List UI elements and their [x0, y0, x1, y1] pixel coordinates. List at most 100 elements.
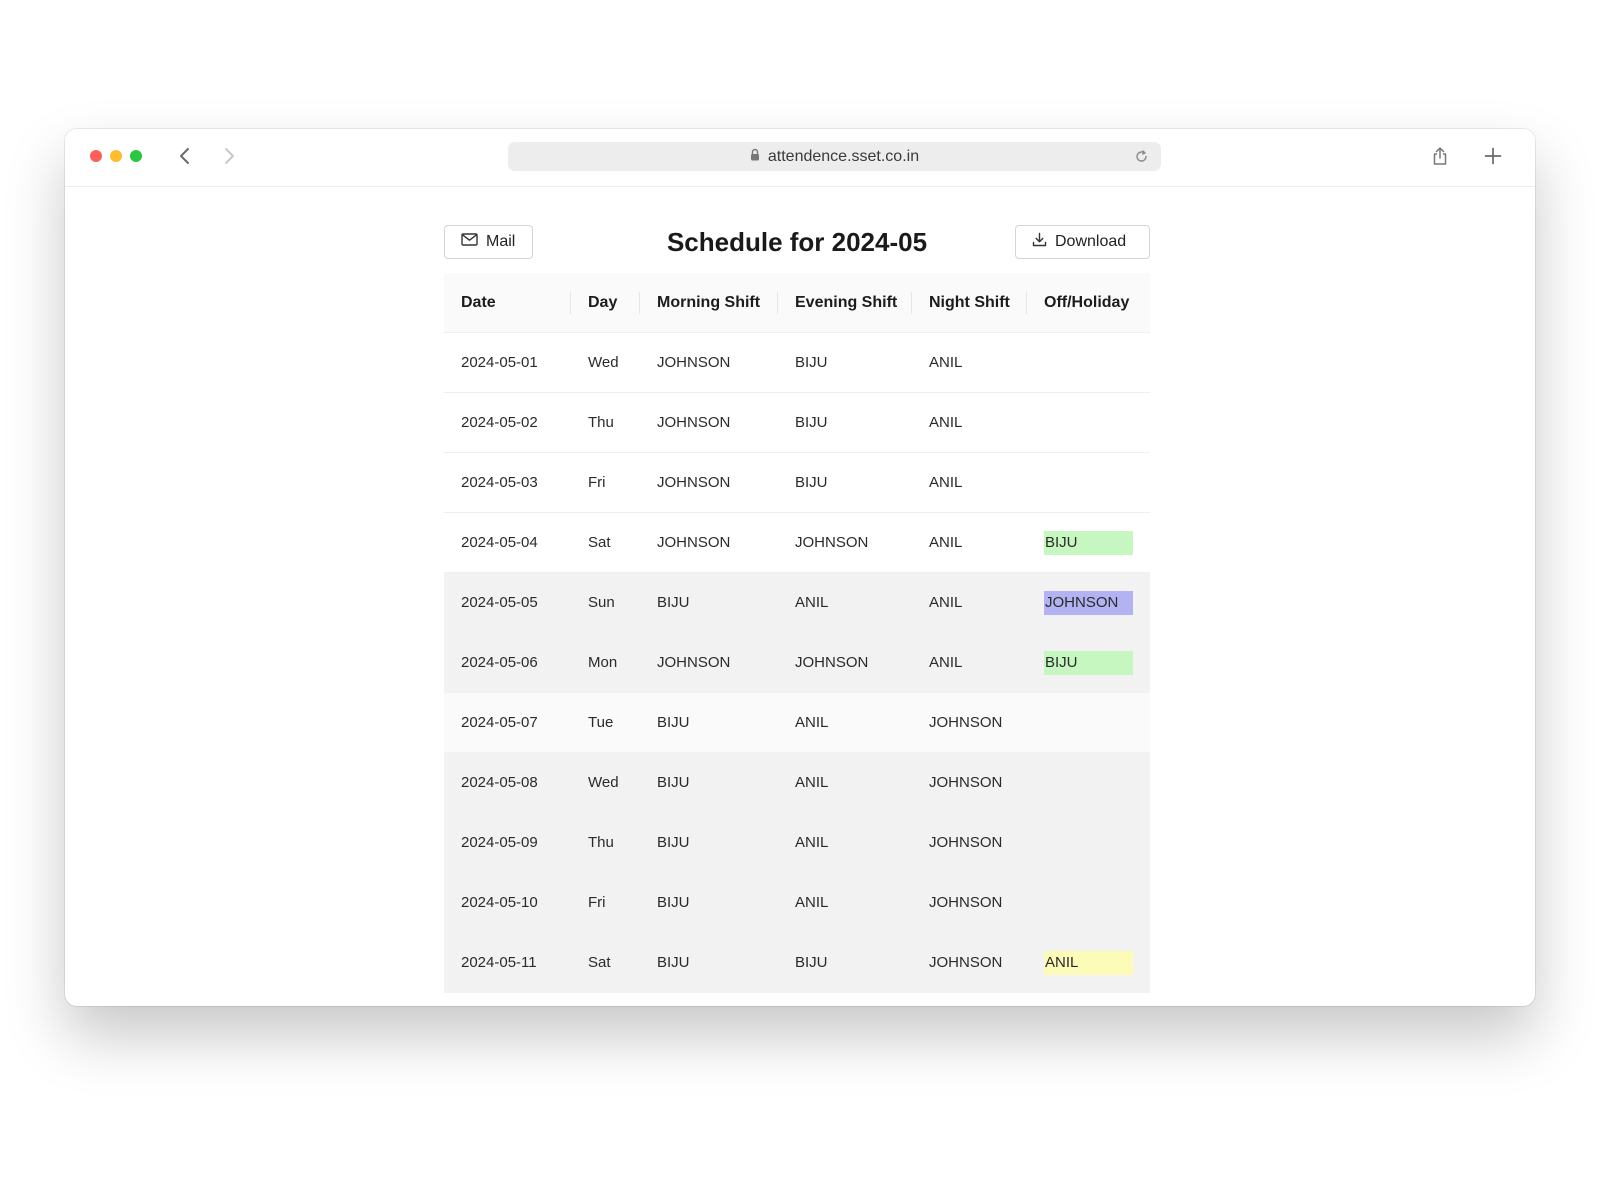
forward-arrow-icon[interactable] [216, 143, 242, 169]
date-cell: 2024-05-05 [444, 572, 571, 633]
table-row: 2024-05-09 Thu BIJU ANIL JOHNSON [444, 812, 1150, 873]
evening-shift-cell: BIJU [778, 332, 912, 393]
date-cell: 2024-05-04 [444, 512, 571, 573]
lock-icon [750, 148, 760, 166]
date-cell: 2024-05-06 [444, 632, 571, 693]
table-header-row: Date Day Morning Shift Evening Shift Nig… [444, 273, 1150, 333]
evening-shift-cell: ANIL [778, 692, 912, 753]
evening-shift-cell: ANIL [778, 752, 912, 813]
morning-shift-cell: JOHNSON [640, 632, 778, 693]
download-icon [1032, 232, 1047, 252]
off-holiday-badge: ANIL [1044, 950, 1133, 975]
off-holiday-cell [1027, 752, 1150, 813]
morning-shift-cell: BIJU [640, 932, 778, 993]
day-cell: Wed [571, 332, 640, 393]
download-button[interactable]: Download [1015, 225, 1150, 259]
new-tab-plus-icon[interactable] [1480, 143, 1506, 169]
off-holiday-cell [1027, 872, 1150, 933]
table-row: 2024-05-08 Wed BIJU ANIL JOHNSON [444, 752, 1150, 813]
url-text: attendence.sset.co.in [767, 147, 920, 165]
day-cell: Thu [571, 812, 640, 873]
schedule-table: Date Day Morning Shift Evening Shift Nig… [444, 273, 1150, 993]
off-holiday-cell: BIJU [1027, 512, 1150, 573]
evening-shift-cell: ANIL [778, 812, 912, 873]
day-cell: Fri [571, 872, 640, 933]
night-shift-cell: ANIL [912, 572, 1027, 633]
mail-envelope-icon [461, 233, 478, 251]
table-row: 2024-05-07 Tue BIJU ANIL JOHNSON [444, 692, 1150, 753]
day-cell: Sun [571, 572, 640, 633]
table-row: 2024-05-06 Mon JOHNSON JOHNSON ANIL BIJU [444, 632, 1150, 693]
day-cell: Mon [571, 632, 640, 693]
evening-shift-cell: JOHNSON [778, 632, 912, 693]
mail-button[interactable]: Mail [444, 225, 533, 259]
morning-shift-cell: JOHNSON [640, 332, 778, 393]
minimize-window-button[interactable] [110, 150, 122, 162]
morning-shift-cell: BIJU [640, 572, 778, 633]
morning-shift-cell: JOHNSON [640, 392, 778, 453]
night-shift-cell: ANIL [912, 452, 1027, 513]
off-holiday-cell [1027, 812, 1150, 873]
day-cell: Sat [571, 932, 640, 993]
table-row: 2024-05-04 Sat JOHNSON JOHNSON ANIL BIJU [444, 512, 1150, 573]
night-shift-cell: ANIL [912, 332, 1027, 393]
share-icon[interactable] [1427, 143, 1453, 169]
column-header-night-shift[interactable]: Night Shift [912, 273, 1027, 333]
night-shift-cell: ANIL [912, 512, 1027, 573]
night-shift-cell: JOHNSON [912, 932, 1027, 993]
zoom-window-button[interactable] [130, 150, 142, 162]
evening-shift-cell: BIJU [778, 932, 912, 993]
back-arrow-icon[interactable] [172, 143, 198, 169]
date-cell: 2024-05-10 [444, 872, 571, 933]
column-header-day[interactable]: Day [571, 273, 640, 333]
morning-shift-cell: BIJU [640, 692, 778, 753]
column-header-date[interactable]: Date [444, 273, 571, 333]
evening-shift-cell: BIJU [778, 392, 912, 453]
mail-button-label: Mail [486, 233, 516, 250]
morning-shift-cell: JOHNSON [640, 452, 778, 513]
table-row: 2024-05-11 Sat BIJU BIJU JOHNSON ANIL [444, 932, 1150, 993]
download-button-label: Download [1055, 233, 1127, 250]
date-cell: 2024-05-08 [444, 752, 571, 813]
address-bar[interactable]: attendence.sset.co.in [508, 142, 1161, 171]
night-shift-cell: JOHNSON [912, 872, 1027, 933]
table-row: 2024-05-01 Wed JOHNSON BIJU ANIL [444, 332, 1150, 393]
date-cell: 2024-05-02 [444, 392, 571, 453]
day-cell: Thu [571, 392, 640, 453]
column-header-morning-shift[interactable]: Morning Shift [640, 273, 778, 333]
page-header: Schedule for 2024-05 Mail Download [444, 225, 1150, 273]
date-cell: 2024-05-09 [444, 812, 571, 873]
schedule-table-body: 2024-05-01 Wed JOHNSON BIJU ANIL 2024-05-02 Th… [444, 332, 1150, 993]
browser-window: attendence.sset.co.in Schedule for 2024-… [65, 129, 1535, 1006]
evening-shift-cell: BIJU [778, 452, 912, 513]
schedule-page: Schedule for 2024-05 Mail Download Date … [444, 225, 1150, 993]
day-cell: Wed [571, 752, 640, 813]
date-cell: 2024-05-01 [444, 332, 571, 393]
morning-shift-cell: JOHNSON [640, 512, 778, 573]
off-holiday-cell [1027, 392, 1150, 453]
night-shift-cell: JOHNSON [912, 692, 1027, 753]
table-row: 2024-05-02 Thu JOHNSON BIJU ANIL [444, 392, 1150, 453]
evening-shift-cell: ANIL [778, 572, 912, 633]
close-window-button[interactable] [90, 150, 102, 162]
off-holiday-cell [1027, 692, 1150, 753]
browser-toolbar: attendence.sset.co.in [65, 129, 1535, 187]
column-header-evening-shift[interactable]: Evening Shift [778, 273, 912, 333]
reload-icon[interactable] [1134, 149, 1149, 164]
morning-shift-cell: BIJU [640, 752, 778, 813]
table-row: 2024-05-05 Sun BIJU ANIL ANIL JOHNSON [444, 572, 1150, 633]
day-cell: Fri [571, 452, 640, 513]
off-holiday-cell: JOHNSON [1027, 572, 1150, 633]
table-row: 2024-05-10 Fri BIJU ANIL JOHNSON [444, 872, 1150, 933]
date-cell: 2024-05-03 [444, 452, 571, 513]
off-holiday-badge: BIJU [1044, 650, 1133, 675]
date-cell: 2024-05-07 [444, 692, 571, 753]
night-shift-cell: JOHNSON [912, 812, 1027, 873]
night-shift-cell: JOHNSON [912, 752, 1027, 813]
off-holiday-cell: BIJU [1027, 632, 1150, 693]
night-shift-cell: ANIL [912, 392, 1027, 453]
morning-shift-cell: BIJU [640, 872, 778, 933]
column-header-off-holiday[interactable]: Off/Holiday [1027, 273, 1150, 333]
evening-shift-cell: JOHNSON [778, 512, 912, 573]
off-holiday-badge: JOHNSON [1044, 590, 1133, 615]
